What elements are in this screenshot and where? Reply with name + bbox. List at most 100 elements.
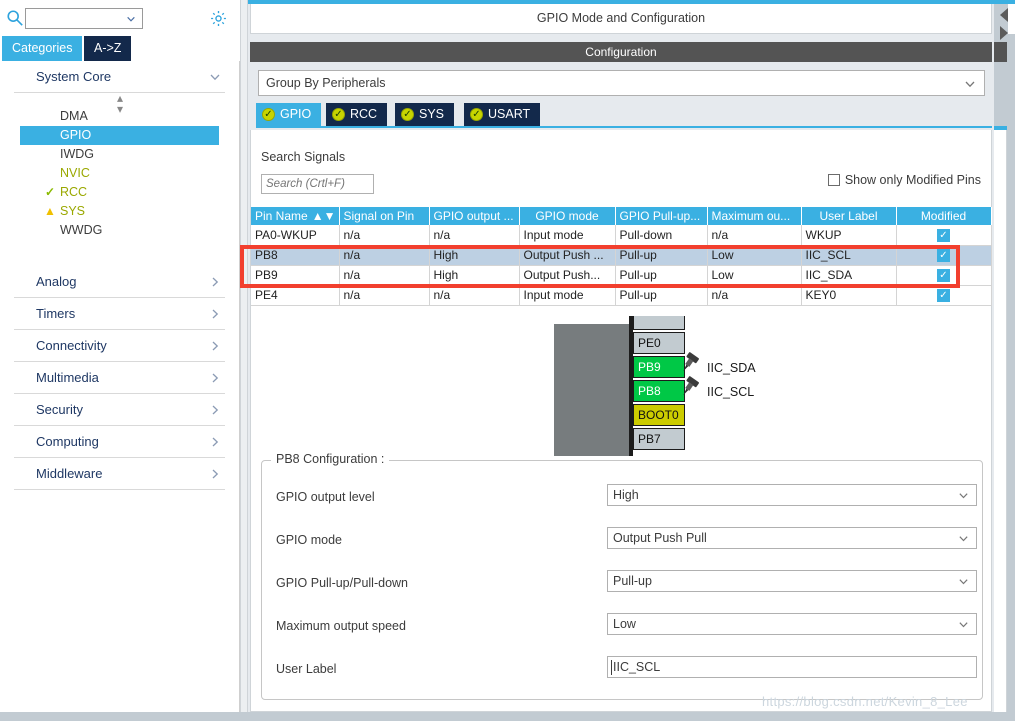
chevron-down-icon[interactable]: [126, 14, 136, 24]
sidebar-search-input[interactable]: [25, 8, 143, 29]
chip-pin-boot0[interactable]: BOOT0: [633, 404, 685, 426]
tab-usart[interactable]: ✓ USART: [464, 103, 541, 126]
sidebar-item-dma[interactable]: DMA: [20, 107, 219, 126]
chevron-right-icon[interactable]: [209, 340, 221, 352]
table-row[interactable]: PB8 n/a High Output Push ... Pull-up Low…: [251, 245, 992, 266]
sort-arrows-icon[interactable]: ▲▼: [312, 209, 336, 223]
cell-user-label: WKUP: [801, 225, 897, 246]
search-icon[interactable]: [6, 9, 24, 27]
collapse-left-icon[interactable]: [997, 6, 1011, 24]
tab-label: RCC: [350, 107, 378, 121]
group-header-connectivity[interactable]: Connectivity: [14, 330, 225, 362]
chip-pin[interactable]: [633, 316, 685, 330]
chevron-right-icon[interactable]: [209, 276, 221, 288]
chevron-down-icon[interactable]: [209, 71, 221, 83]
group-header-middleware[interactable]: Middleware: [14, 458, 225, 490]
group-by-select[interactable]: Group By Peripherals: [258, 70, 985, 96]
show-only-modified-checkbox[interactable]: Show only Modified Pins: [827, 173, 981, 187]
chip-pinout-diagram[interactable]: PE0 PB9 PB8 BOOT0 PB7 IIC_SDA IIC_SCL: [251, 316, 991, 456]
table-row[interactable]: PA0-WKUP n/a n/a Input mode Pull-down n/…: [251, 225, 992, 246]
check-circle-icon: ✓: [401, 108, 414, 121]
show-only-modified-label: Show only Modified Pins: [844, 173, 981, 187]
cell-gpio-mode: Output Push ...: [519, 245, 616, 266]
col-header-maximum-output[interactable]: Maximum ou...: [707, 207, 802, 225]
sidebar-item-rcc[interactable]: ✓ RCC: [20, 183, 219, 202]
chevron-right-icon[interactable]: [209, 372, 221, 384]
config-row-user-label: User Label IIC_SCL: [262, 656, 984, 686]
tab-sys[interactable]: ✓ SYS: [395, 103, 455, 126]
group-header-system-core[interactable]: System Core: [14, 61, 225, 93]
sidebar-item-nvic[interactable]: NVIC: [20, 164, 219, 183]
chevron-right-icon[interactable]: [209, 468, 221, 480]
tab-gpio[interactable]: ✓ GPIO: [256, 103, 322, 126]
tree-scroll-handle[interactable]: ▴ ▾: [0, 92, 239, 115]
group-label: Analog: [36, 274, 77, 289]
cell-pull: Pull-up: [615, 285, 708, 306]
expand-right-icon[interactable]: [997, 24, 1011, 42]
peripheral-tree[interactable]: System Core ▴ ▾ DMA GPIO IWDG NVIC ✓ RCC…: [0, 61, 240, 721]
pin-configuration-table[interactable]: Pin Name ▲▼ Signal on Pin GPIO output ...…: [251, 207, 992, 306]
sidebar-item-iwdg[interactable]: IWDG: [20, 145, 219, 164]
check-icon: ✓: [44, 185, 56, 199]
col-header-gpio-output-level[interactable]: GPIO output ...: [429, 207, 520, 225]
cell-speed: n/a: [707, 285, 802, 306]
config-row-max-output-speed: Maximum output speed Low: [262, 613, 984, 643]
cell-pin-name: PB9: [251, 265, 340, 286]
col-header-pin-name[interactable]: Pin Name ▲▼: [251, 207, 340, 225]
tab-rcc[interactable]: ✓ RCC: [326, 103, 388, 126]
col-header-gpio-mode[interactable]: GPIO mode: [519, 207, 616, 225]
chevron-down-icon[interactable]: [958, 533, 969, 544]
chevron-down-icon[interactable]: [958, 576, 969, 587]
chip-pin-pb7[interactable]: PB7: [633, 428, 685, 450]
sidebar-item-wwdg[interactable]: WWDG: [20, 221, 219, 240]
group-label: Middleware: [36, 466, 103, 481]
sidebar-item-gpio[interactable]: GPIO: [20, 126, 219, 145]
cell-user-label: IIC_SDA: [801, 265, 897, 286]
cell-signal: n/a: [339, 285, 430, 306]
group-header-analog[interactable]: Analog: [14, 266, 225, 298]
check-circle-icon: ✓: [262, 108, 275, 121]
chevron-down-icon[interactable]: [964, 78, 976, 90]
chevron-down-icon[interactable]: [958, 619, 969, 630]
col-header-signal-on-pin[interactable]: Signal on Pin: [339, 207, 430, 225]
gpio-output-level-select[interactable]: High: [607, 484, 977, 506]
sidebar-item-label: SYS: [60, 204, 86, 218]
chevron-right-icon[interactable]: [209, 308, 221, 320]
group-label: Timers: [36, 306, 76, 321]
col-header-modified[interactable]: Modified: [896, 207, 992, 225]
maximum-output-speed-select[interactable]: Low: [607, 613, 977, 635]
chip-package-body: [554, 324, 629, 456]
table-row[interactable]: PB9 n/a High Output Push... Pull-up Low …: [251, 265, 992, 286]
col-header-user-label[interactable]: User Label: [801, 207, 897, 225]
checkbox-box[interactable]: [827, 174, 840, 186]
chevron-down-icon[interactable]: [958, 490, 969, 501]
user-label-input[interactable]: IIC_SCL: [607, 656, 977, 678]
tab-a-to-z[interactable]: A->Z: [84, 36, 132, 61]
configuration-section-header: Configuration: [250, 42, 992, 62]
group-label: Connectivity: [36, 338, 107, 353]
config-label: GPIO output level: [276, 490, 375, 504]
gpio-pullup-select[interactable]: Pull-up: [607, 570, 977, 592]
check-icon: ✓: [937, 269, 950, 283]
col-header-gpio-pullup[interactable]: GPIO Pull-up...: [615, 207, 708, 225]
group-header-multimedia[interactable]: Multimedia: [14, 362, 225, 394]
panel-splitter[interactable]: [240, 0, 248, 712]
group-header-security[interactable]: Security: [14, 394, 225, 426]
sidebar-item-sys[interactable]: ▲ SYS: [20, 202, 219, 221]
sidebar-item-label: NVIC: [60, 166, 90, 180]
tab-categories[interactable]: Categories: [2, 36, 83, 61]
table-row[interactable]: PE4 n/a n/a Input mode Pull-up n/a KEY0 …: [251, 285, 992, 306]
search-signals-input[interactable]: [261, 174, 374, 194]
group-label: Computing: [36, 434, 99, 449]
gear-icon[interactable]: [209, 9, 228, 28]
cell-output-level: n/a: [429, 285, 520, 306]
peripheral-tab-bar: ✓ GPIO ✓ RCC ✓ SYS ✓ USART: [256, 103, 992, 128]
group-header-computing[interactable]: Computing: [14, 426, 225, 458]
page-title: GPIO Mode and Configuration: [250, 4, 992, 34]
chevron-right-icon[interactable]: [209, 404, 221, 416]
group-label: Multimedia: [36, 370, 99, 385]
gpio-mode-select[interactable]: Output Push Pull: [607, 527, 977, 549]
vertical-scrollbar[interactable]: [1007, 34, 1015, 714]
chevron-right-icon[interactable]: [209, 436, 221, 448]
group-header-timers[interactable]: Timers: [14, 298, 225, 330]
